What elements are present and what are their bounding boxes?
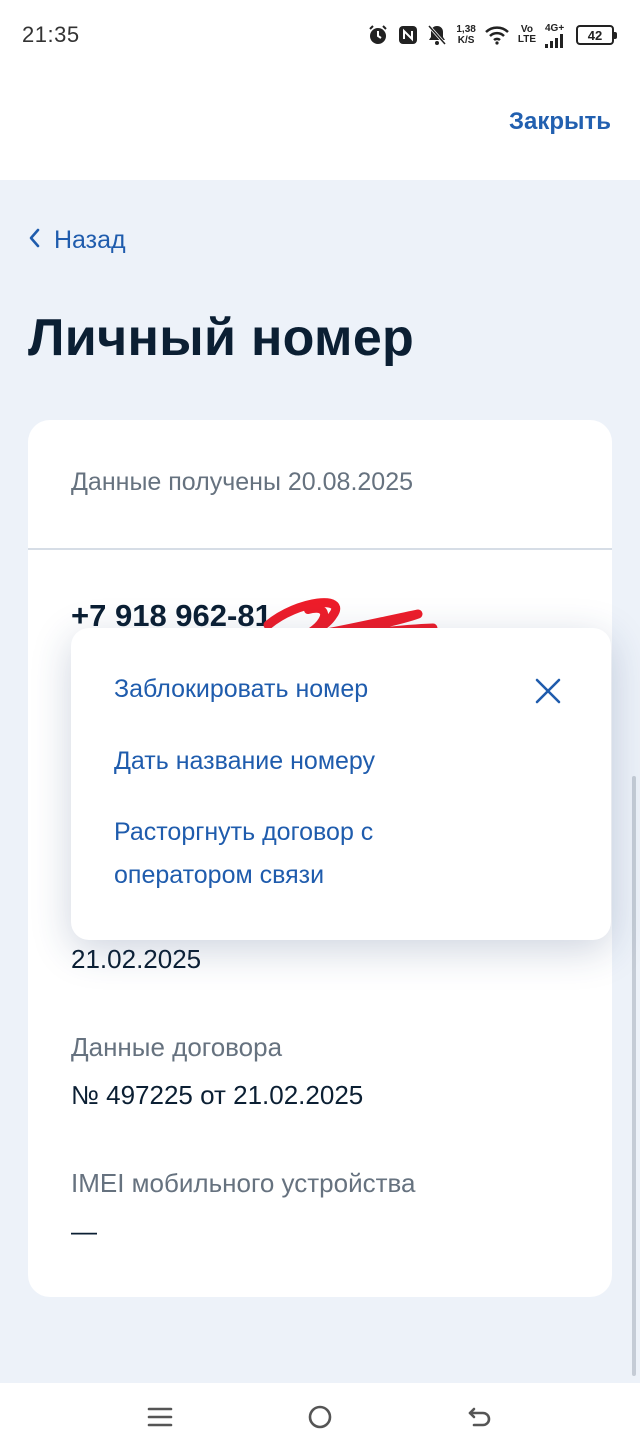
wifi-icon <box>484 25 509 45</box>
rename-number-item[interactable]: Дать название номеру <box>114 740 375 783</box>
data-received-text: Данные получены 20.08.2025 <box>71 468 414 496</box>
volte-indicator: Vo LTE <box>518 25 536 45</box>
contract-label: Данные договора <box>71 1032 283 1062</box>
date-value: 21.02.2025 <box>71 944 202 974</box>
signal-icon: 4G+ <box>545 23 567 48</box>
net-speed: 1,38 K/S <box>456 24 475 46</box>
alarm-icon <box>367 24 389 46</box>
contract-value: № 497225 от 21.02.2025 <box>71 1080 364 1110</box>
close-icon[interactable] <box>533 676 563 706</box>
battery-icon: 42 <box>576 25 617 45</box>
terminate-contract-item[interactable]: Расторгнуть договор с оператором связи <box>114 811 454 897</box>
network-type: 4G+ <box>545 22 565 34</box>
status-bar: 21:35 1,38 K/S Vo LTE 4G+ 42 <box>0 0 640 70</box>
status-icons: 1,38 K/S Vo LTE 4G+ 42 <box>367 20 617 50</box>
imei-label: IMEI мобильного устройства <box>71 1168 416 1198</box>
home-icon[interactable] <box>306 1403 334 1436</box>
imei-value: — <box>71 1216 97 1246</box>
system-nav-bar <box>0 1383 640 1453</box>
net-speed-value: 1,38 <box>456 24 476 35</box>
mute-bell-icon <box>427 24 447 46</box>
status-time: 21:35 <box>22 22 80 47</box>
menu-icon[interactable] <box>146 1403 174 1436</box>
divider <box>28 548 612 550</box>
net-speed-unit: K/S <box>457 35 475 46</box>
actions-popup: Заблокировать номер Дать название номеру… <box>71 628 611 940</box>
nfc-icon <box>398 25 418 45</box>
top-header: Закрыть <box>0 70 640 180</box>
back-button[interactable]: Назад <box>28 226 126 255</box>
page-title: Личный номер <box>28 309 415 367</box>
block-number-item[interactable]: Заблокировать номер <box>114 668 368 711</box>
back-icon[interactable] <box>466 1403 494 1436</box>
close-button[interactable]: Закрыть <box>509 108 611 136</box>
chevron-left-icon <box>28 226 40 255</box>
back-label: Назад <box>54 226 126 254</box>
volte-bottom: LTE <box>517 34 536 45</box>
scrollbar[interactable] <box>632 776 636 1376</box>
